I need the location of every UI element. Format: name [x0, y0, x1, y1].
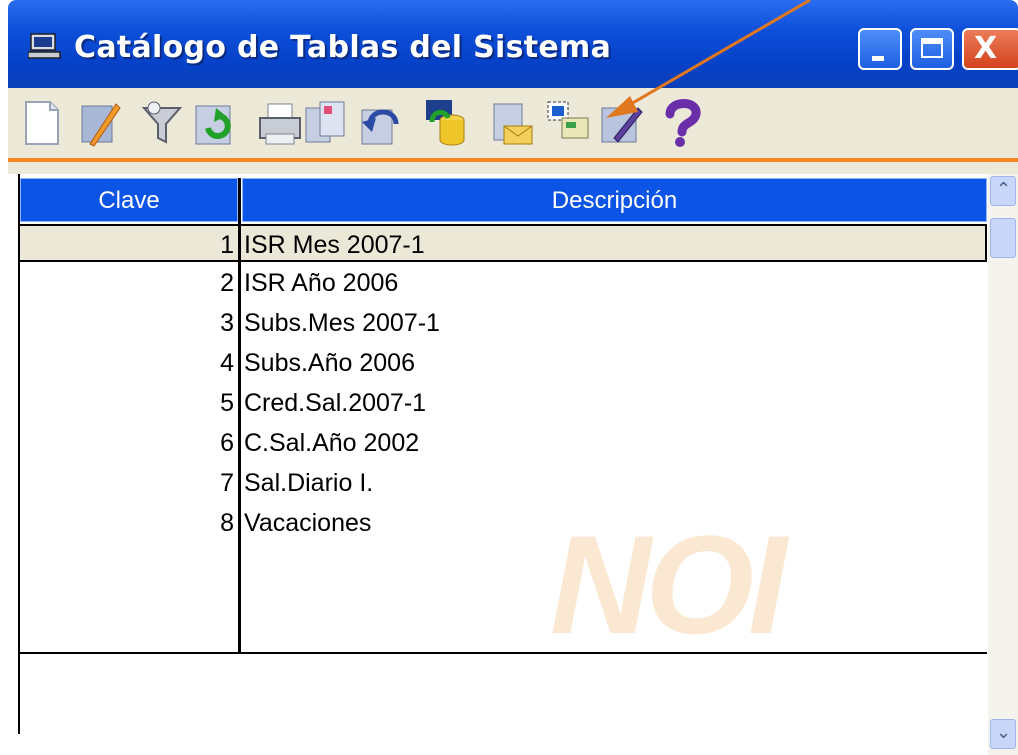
table-row[interactable]: 2 ISR Año 2006	[20, 264, 987, 302]
row-clave: 3	[220, 309, 234, 337]
scroll-thumb[interactable]	[990, 218, 1016, 258]
column-header-descripcion[interactable]: Descripción	[242, 178, 987, 222]
window-title: Catálogo de Tablas del Sistema	[74, 30, 612, 65]
computer-icon	[28, 33, 61, 59]
chevron-up-icon: ⌃	[996, 179, 1012, 199]
close-button[interactable]: X	[962, 28, 1018, 70]
table-row[interactable]: 8 Vacaciones	[20, 504, 987, 542]
row-descripcion: ISR Año 2006	[244, 269, 399, 297]
maximize-icon	[921, 38, 943, 58]
row-descripcion: Subs.Año 2006	[244, 349, 415, 377]
database-update-icon[interactable]	[424, 98, 468, 148]
row-descripcion: C.Sal.Año 2002	[244, 429, 420, 457]
maximize-button[interactable]	[910, 28, 954, 70]
refresh-icon[interactable]	[194, 98, 238, 148]
print-icon[interactable]	[258, 98, 302, 148]
minimize-icon	[872, 56, 884, 61]
scroll-down-button[interactable]: ⌄	[990, 719, 1016, 749]
row-clave: 2	[220, 269, 234, 297]
minimize-button[interactable]	[858, 28, 902, 70]
row-descripcion: Vacaciones	[244, 509, 372, 537]
select-table-icon[interactable]	[546, 98, 590, 148]
row-clave: 8	[220, 509, 234, 537]
table-row[interactable]: 4 Subs.Año 2006	[20, 344, 987, 382]
toolbar-bottom-strip	[8, 162, 1018, 174]
row-clave: 7	[220, 469, 234, 497]
filter-icon[interactable]	[140, 98, 184, 148]
row-clave: 5	[220, 389, 234, 417]
export-icon[interactable]	[490, 98, 534, 148]
title-bar[interactable]: Catálogo de Tablas del Sistema X	[8, 0, 1018, 88]
chevron-down-icon: ⌄	[996, 722, 1012, 742]
tables-grid[interactable]: Clave Descripción NOI 1 ISR Mes 2007-1 2…	[18, 174, 987, 734]
edit-icon[interactable]	[78, 98, 122, 148]
table-row[interactable]: 1 ISR Mes 2007-1	[18, 224, 987, 262]
row-clave: 1	[220, 231, 234, 259]
table-row[interactable]: 7 Sal.Diario I.	[20, 464, 987, 502]
help-icon[interactable]	[660, 98, 704, 148]
vertical-scrollbar[interactable]: ⌃ ⌄	[988, 174, 1018, 755]
scroll-up-button[interactable]: ⌃	[990, 176, 1016, 206]
catalog-window: Catálogo de Tablas del Sistema X Clave D…	[8, 0, 1018, 755]
row-descripcion: Cred.Sal.2007-1	[244, 389, 427, 417]
column-header-clave[interactable]: Clave	[20, 178, 238, 222]
column-divider[interactable]	[238, 178, 241, 652]
row-descripcion: ISR Mes 2007-1	[244, 231, 425, 259]
row-descripcion: Subs.Mes 2007-1	[244, 309, 440, 337]
row-clave: 6	[220, 429, 234, 457]
copy-table-icon[interactable]	[304, 98, 348, 148]
close-icon: X	[974, 31, 998, 66]
row-clave: 4	[220, 349, 234, 377]
grid-bottom-line	[20, 652, 987, 654]
table-row[interactable]: 5 Cred.Sal.2007-1	[20, 384, 987, 422]
table-row[interactable]: 6 C.Sal.Año 2002	[20, 424, 987, 462]
table-row[interactable]: 3 Subs.Mes 2007-1	[20, 304, 987, 342]
undo-icon[interactable]	[358, 98, 402, 148]
row-descripcion: Sal.Diario I.	[244, 469, 374, 497]
new-document-icon[interactable]	[20, 98, 64, 148]
edit-sheet-icon[interactable]	[600, 98, 644, 148]
